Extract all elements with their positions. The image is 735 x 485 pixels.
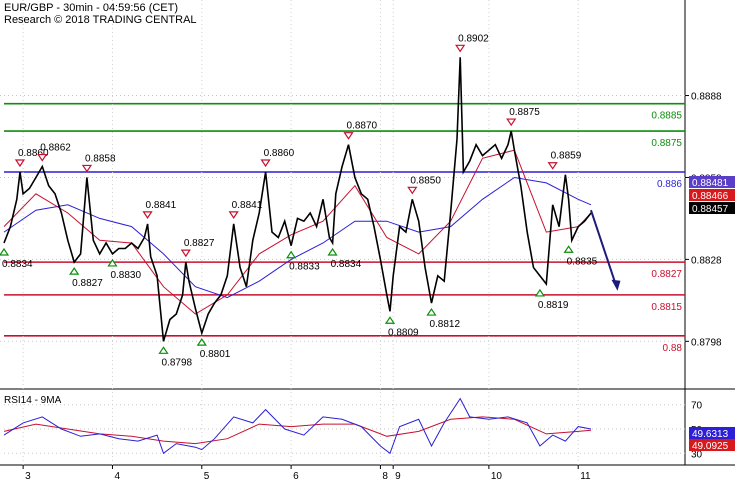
swing-low-label: 0.8812: [429, 319, 460, 330]
key-level-label: 0.8815: [651, 302, 682, 313]
chart-area: EUR/GBP - 30min - 04:59:56 (CET) Researc…: [0, 0, 735, 482]
price-badge-label: 0.88457: [692, 204, 729, 215]
swing-high-label: 0.8902: [458, 33, 489, 44]
swing-high-label: 0.8859: [551, 151, 582, 162]
swing-low-label: 0.8801: [200, 349, 231, 360]
swing-low-label: 0.8835: [567, 256, 598, 267]
key-level-label: 0.8875: [651, 138, 682, 149]
x-tick-label: 6: [293, 471, 299, 480]
rsi-badge-label: 49.6313: [692, 429, 729, 440]
swing-low-label: 0.8809: [388, 327, 419, 338]
price-badge-label: 0.88466: [692, 191, 729, 202]
swing-high-label: 0.8875: [509, 107, 540, 118]
rsi-badge-label: 49.0925: [692, 441, 729, 452]
swing-high-label: 0.8860: [264, 148, 295, 159]
key-level-label: 0.886: [657, 179, 682, 190]
x-tick-label: 11: [580, 471, 591, 480]
y-tick-label: 0.8828: [691, 255, 722, 266]
key-level-label: 0.8827: [651, 269, 682, 280]
swing-low-label: 0.8830: [110, 270, 141, 281]
x-tick-label: 4: [114, 471, 120, 480]
x-tick-label: 3: [25, 471, 31, 480]
chart-background: [0, 0, 735, 480]
price-chart-svg: 0.88880.88580.88280.87980.88850.88750.88…: [0, 0, 735, 482]
key-level-label: 0.88: [663, 343, 683, 354]
swing-low-label: 0.8834: [331, 259, 362, 270]
x-tick-label: 5: [204, 471, 210, 480]
price-badge-label: 0.88481: [692, 178, 729, 189]
swing-high-label: 0.8858: [85, 153, 116, 164]
swing-high-label: 0.8870: [347, 121, 378, 132]
x-tick-label: 9: [395, 471, 401, 480]
swing-high-label: 0.8862: [40, 143, 71, 154]
x-tick-label: 10: [491, 471, 503, 480]
swing-low-label: 0.8827: [72, 278, 103, 289]
swing-low-label: 0.8834: [2, 259, 33, 270]
y-tick-label: 0.8798: [691, 337, 722, 348]
y-tick-label: 0.8888: [691, 92, 722, 103]
swing-high-label: 0.8841: [232, 200, 263, 211]
key-level-label: 0.8885: [651, 111, 682, 122]
swing-high-label: 0.8850: [410, 175, 441, 186]
swing-low-label: 0.8833: [289, 262, 320, 273]
swing-high-label: 0.8827: [184, 238, 215, 249]
swing-low-label: 0.8819: [538, 300, 569, 311]
chart-subtitle: Research © 2018 TRADING CENTRAL: [4, 14, 197, 26]
swing-high-label: 0.8841: [146, 200, 177, 211]
x-tick-label: 8: [382, 471, 388, 480]
swing-low-label: 0.8798: [162, 357, 193, 368]
chart-title: EUR/GBP - 30min - 04:59:56 (CET): [4, 2, 179, 14]
rsi-y-tick-label: 70: [691, 401, 703, 412]
